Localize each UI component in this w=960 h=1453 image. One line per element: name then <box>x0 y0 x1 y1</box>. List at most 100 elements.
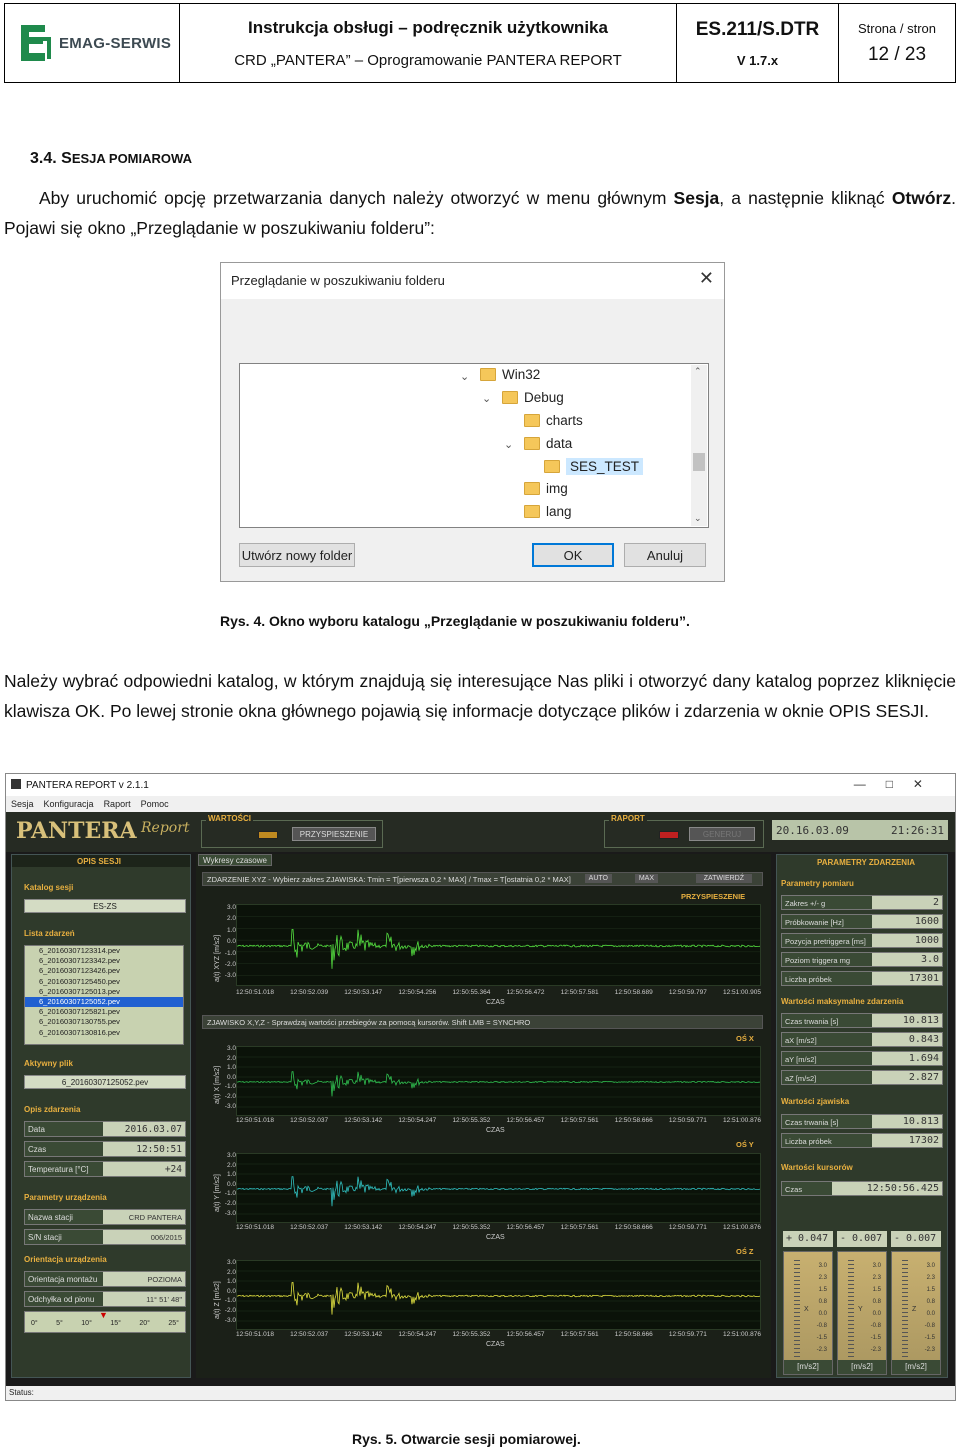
event-time-row: Czas 12:50:51 <box>24 1141 186 1157</box>
new-folder-button[interactable]: Utwórz nowy folder <box>239 543 355 567</box>
tick: 1.0 <box>226 1171 236 1179</box>
tick: 10° <box>81 1320 92 1327</box>
value: 1600 <box>872 915 942 928</box>
tick: 0.0 <box>818 1311 827 1317</box>
station-name-row: Nazwa stacji CRD PANTERA <box>24 1209 186 1225</box>
tick: 12:50:56.457 <box>506 1331 545 1338</box>
chevron-down-icon[interactable]: ⌄ <box>460 370 469 383</box>
tree-item-lang[interactable]: lang <box>524 504 572 519</box>
xyz-waveform-plot[interactable] <box>236 904 761 986</box>
confirm-button[interactable]: ZATWIERDŹ <box>695 874 752 883</box>
tick: 3.0 <box>926 1263 935 1269</box>
tick: 3.0 <box>226 1152 236 1159</box>
label: Katalog sesji <box>24 883 74 892</box>
key: Czas <box>28 1145 47 1154</box>
event-date-row: Data 2016.03.07 <box>24 1121 186 1137</box>
session-description-pane: OPIS SESJI Katalog sesji ES-ZS Lista zda… <box>11 854 191 1378</box>
tree-item-debug[interactable]: Debug <box>502 390 564 405</box>
acceleration-button[interactable]: PRZYSPIESZENIE <box>292 827 376 841</box>
cancel-button[interactable]: Anuluj <box>624 543 706 567</box>
chevron-up-icon[interactable]: ⌃ <box>694 366 702 377</box>
tick: 12:50:51.018 <box>236 1331 274 1338</box>
tick: 2.3 <box>926 1275 935 1281</box>
value: 10.813 <box>872 1014 942 1027</box>
x-meter: 3.0 2.3 1.5 0.8 0.0 -0.8 -1.5 -2.3 X [m/s2] <box>783 1251 833 1375</box>
list-item[interactable]: 6_20160307123342.pev <box>25 956 183 966</box>
y-tick-labels: 3.0 2.0 1.0 0.0 -1.0 -2.0 -3.0 <box>218 1044 236 1111</box>
key: Data <box>28 1125 45 1134</box>
label: Debug <box>524 390 564 405</box>
tick: 1.5 <box>926 1287 935 1293</box>
session-directory-field: ES-ZS <box>24 899 186 913</box>
tick: 12:50:57.581 <box>560 989 599 996</box>
tab-time-charts[interactable]: Wykresy czasowe <box>198 854 272 866</box>
generate-button[interactable]: GENERUJ <box>689 827 755 841</box>
scrollbar[interactable]: ⌃ ⌄ <box>691 365 707 526</box>
tree-item-win32[interactable]: Win32 <box>480 367 540 382</box>
tick: 12:50:59.797 <box>668 989 707 996</box>
tree-item-img[interactable]: img <box>524 481 568 496</box>
app-title: PANTERA REPORT v 2.1.1 <box>26 779 149 791</box>
list-item[interactable]: 6_20160307123426.pev <box>25 966 183 976</box>
list-item[interactable]: 6_20160307125450.pev <box>25 977 183 987</box>
tick: 0.0 <box>226 1287 236 1295</box>
tick: 3.0 <box>226 904 236 911</box>
list-item-selected[interactable]: 6_20160307125052.pev <box>25 996 183 1008</box>
doc-subtitle: CRD „PANTERA” – Oprogramowanie PANTERA R… <box>234 51 622 69</box>
list-item[interactable]: 6_20160307123314.pev <box>25 946 183 956</box>
scroll-thumb[interactable] <box>693 453 705 471</box>
tick: 12:50:51.018 <box>236 1117 274 1124</box>
max-button[interactable]: MAX <box>634 874 658 883</box>
tick: 0.0 <box>872 1311 881 1317</box>
chevron-down-icon[interactable]: ⌄ <box>482 392 491 405</box>
menu-sesja[interactable]: Sesja <box>11 799 34 809</box>
y-waveform-plot[interactable] <box>236 1153 761 1223</box>
pantera-report-window: PANTERA REPORT v 2.1.1 —□✕ Sesja Konfigu… <box>5 773 956 1401</box>
value: POZIOMA <box>103 1272 185 1286</box>
waveform-line <box>237 1282 760 1315</box>
value: 12:50:56.425 <box>832 1182 942 1195</box>
doc-code: ES.211/S.DTR <box>695 18 820 40</box>
tree-item-ses-test[interactable]: SES_TEST <box>544 458 644 475</box>
close-icon[interactable]: ✕ <box>699 268 714 289</box>
tick: 20° <box>139 1320 150 1327</box>
list-item[interactable]: 6_20160307130816.pev <box>25 1028 183 1038</box>
section-number: 3.4. <box>30 150 57 167</box>
x-waveform-plot[interactable] <box>236 1046 761 1116</box>
tick: 12:50:53.142 <box>344 1224 383 1231</box>
z-waveform-plot[interactable] <box>236 1260 761 1330</box>
station-sn-row: S/N stacji 006/2015 <box>24 1229 186 1245</box>
window-controls[interactable]: —□✕ <box>854 777 943 791</box>
ok-button[interactable]: OK <box>532 543 614 567</box>
tick: -1.5 <box>816 1335 827 1341</box>
chevron-down-icon[interactable]: ⌄ <box>504 438 513 451</box>
event-file-list[interactable]: 6_20160307123314.pev 6_20160307123342.pe… <box>24 945 184 1045</box>
label: Wartości maksymalne zdarzenia <box>781 997 904 1006</box>
meter-axis-label: Z <box>912 1306 917 1313</box>
list-item[interactable]: 6_20160307125013.pev <box>25 987 183 997</box>
tick: 12:50:57.561 <box>560 1331 599 1338</box>
list-item[interactable]: 6_20160307125821.pev <box>25 1007 183 1017</box>
mount-orientation-row: Orientacja montażu POZIOMA <box>24 1271 186 1287</box>
event-parameters-pane: PARAMETRY ZDARZENIA Parametry pomiaru Za… <box>776 854 948 1378</box>
tree-item-charts[interactable]: charts <box>524 413 583 428</box>
folder-icon <box>524 482 540 495</box>
auto-button[interactable]: AUTO <box>584 874 612 883</box>
tick: 12:50:53.142 <box>344 1117 383 1124</box>
folder-tree[interactable]: ⌄ Win32 ⌄ Debug charts ⌄ data SES_TEST i… <box>239 363 709 528</box>
menu-pomoc[interactable]: Pomoc <box>141 799 169 809</box>
label: Orientacja urządzenia <box>24 1255 107 1264</box>
chevron-down-icon[interactable]: ⌄ <box>694 513 702 524</box>
ay-row: aY [m/s2] 1.694 <box>781 1051 943 1066</box>
menu-raport[interactable]: Raport <box>104 799 131 809</box>
tree-item-data[interactable]: data <box>524 436 572 451</box>
menu-konfiguracja[interactable]: Konfiguracja <box>44 799 94 809</box>
meter-scale-icon <box>794 1260 800 1360</box>
tick: -1.5 <box>924 1335 935 1341</box>
x-axis-label: CZAS <box>486 1341 505 1348</box>
acceleration-label: PRZYSPIESZENIE <box>681 892 746 901</box>
tick: 12:50:58.689 <box>614 989 653 996</box>
tick: 0.8 <box>926 1299 935 1305</box>
section-heading: 3.4. SESJA POMIAROWA <box>30 150 192 168</box>
list-item[interactable]: 6_20160307130755.pev <box>25 1017 183 1027</box>
